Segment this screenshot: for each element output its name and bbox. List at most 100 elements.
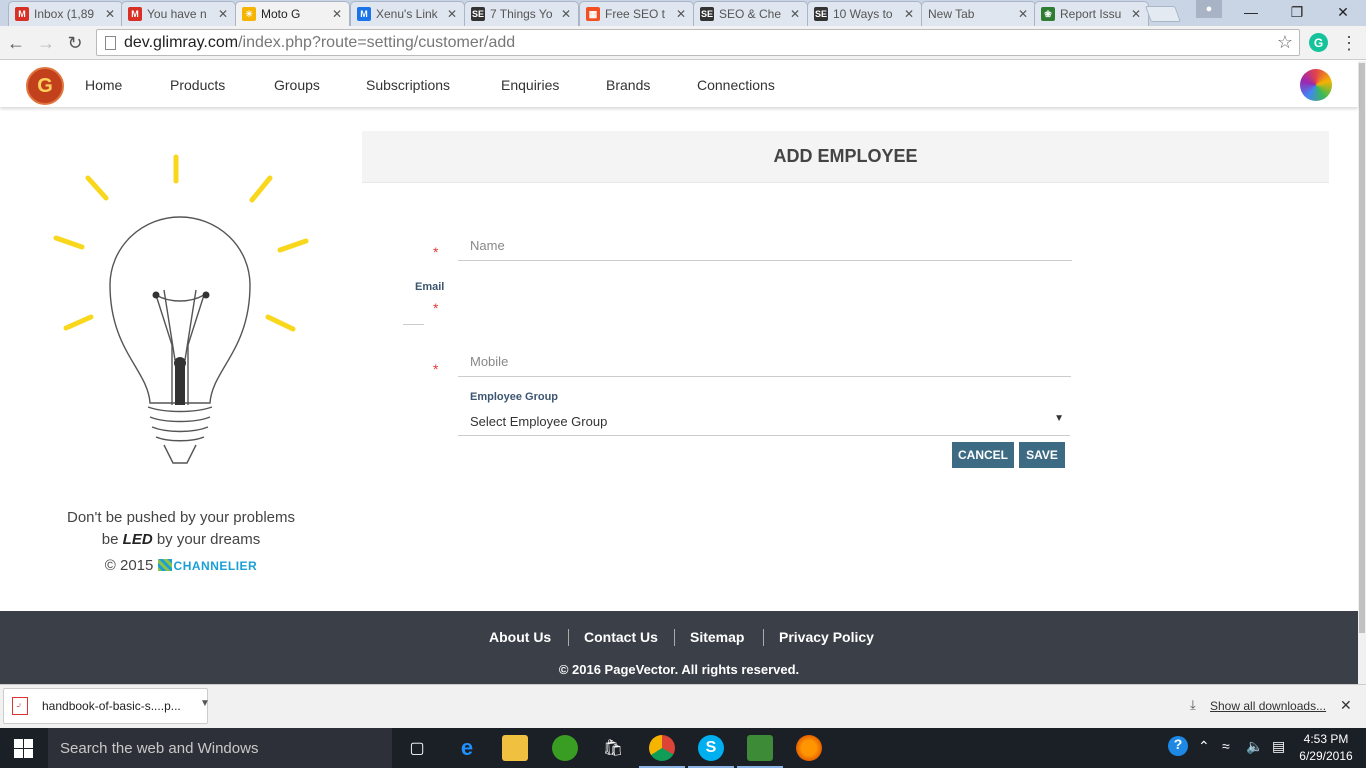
gmail-icon: M — [15, 7, 29, 21]
light-rays — [53, 154, 309, 332]
caret-down-icon: ▼ — [1054, 413, 1064, 424]
browser-tab[interactable]: New Tab ✕ — [921, 1, 1036, 26]
tagline-line-1: Don't be pushed by your problems — [67, 509, 295, 526]
tab-close-icon[interactable]: ✕ — [1130, 7, 1142, 21]
nav-groups[interactable]: Groups — [274, 77, 320, 93]
address-bar[interactable]: dev.glimray.com/index.php?route=setting/… — [96, 29, 1300, 56]
file-explorer-icon[interactable] — [502, 735, 528, 761]
employee-group-select[interactable]: Select Employee Group ▼ — [458, 408, 1070, 436]
required-mark-name: * — [433, 244, 439, 260]
tab-close-icon[interactable]: ✕ — [331, 7, 343, 21]
footer-contact-us[interactable]: Contact Us — [584, 629, 658, 645]
footer-privacy-policy[interactable]: Privacy Policy — [779, 629, 874, 645]
mobile-input[interactable]: Mobile — [458, 347, 1071, 377]
task-view-icon[interactable]: ▢ — [404, 735, 430, 761]
forward-icon[interactable]: → — [34, 31, 58, 55]
browser-menu-icon[interactable]: ⋮ — [1340, 31, 1358, 55]
new-tab-button[interactable] — [1145, 6, 1181, 22]
nav-home[interactable]: Home — [85, 77, 122, 93]
channelier-logo-icon — [157, 559, 172, 571]
firefox-icon[interactable] — [796, 735, 822, 761]
bug-icon: ❀ — [1041, 7, 1055, 21]
page-scrollbar[interactable] — [1358, 61, 1366, 684]
browser-tab[interactable]: SE SEO & Che ✕ — [693, 1, 808, 26]
site-logo[interactable]: G — [26, 67, 64, 105]
edge-icon[interactable]: e — [454, 735, 480, 761]
taskbar-search[interactable]: Search the web and Windows — [48, 728, 392, 768]
channelier-brand[interactable]: CHANNELIER — [174, 559, 258, 573]
name-input[interactable]: Name — [458, 231, 1072, 261]
footer-separator — [763, 629, 764, 646]
chrome-icon[interactable] — [639, 735, 685, 768]
store-icon[interactable]: 🛍 — [600, 735, 626, 761]
close-downloads-icon[interactable]: ✕ — [1340, 697, 1352, 714]
tab-close-icon[interactable]: ✕ — [104, 7, 116, 21]
browser-tab[interactable]: M Inbox (1,89 ✕ — [8, 1, 123, 26]
form-title: ADD EMPLOYEE — [362, 131, 1329, 183]
nav-products[interactable]: Products — [170, 77, 225, 93]
browser-tab[interactable]: M Xenu's Link ✕ — [350, 1, 465, 26]
grammarly-extension-icon[interactable]: G — [1309, 33, 1328, 52]
taskbar-clock[interactable]: 4:53 PM 6/29/2016 — [1296, 731, 1356, 765]
bookmark-star-icon[interactable]: ☆ — [1277, 32, 1293, 53]
notepad-icon[interactable] — [737, 735, 783, 768]
notifications-icon[interactable]: ▤ — [1272, 738, 1285, 755]
nav-brands[interactable]: Brands — [606, 77, 650, 93]
close-window-icon[interactable]: ✕ — [1320, 0, 1366, 24]
browser-tab[interactable]: M You have n ✕ — [121, 1, 236, 26]
tagline: Don't be pushed by your problems be LED … — [40, 507, 322, 551]
browser-tab[interactable]: ❀ Report Issu ✕ — [1034, 1, 1149, 26]
site-footer: About Us Contact Us Sitemap Privacy Poli… — [0, 611, 1358, 684]
browser-tab[interactable]: ☀ Moto G ✕ — [235, 1, 350, 26]
tab-close-icon[interactable]: ✕ — [789, 7, 801, 21]
nav-enquiries[interactable]: Enquiries — [501, 77, 559, 93]
app-green-icon[interactable] — [552, 735, 578, 761]
windows-taskbar: Search the web and Windows ▢ e 🛍 S ? ⌃ ≈… — [0, 728, 1366, 768]
user-avatar[interactable] — [1300, 69, 1332, 101]
footer-sitemap[interactable]: Sitemap — [690, 629, 744, 645]
back-icon[interactable]: ← — [4, 31, 28, 55]
nav-subscriptions[interactable]: Subscriptions — [366, 77, 450, 93]
tab-label: Moto G — [261, 7, 301, 21]
volume-icon[interactable]: 🔈 — [1246, 738, 1263, 755]
cancel-button[interactable]: CANCEL — [952, 442, 1014, 468]
download-menu-icon[interactable]: ▼ — [200, 698, 210, 709]
tagline-line-2: be LED by your dreams — [40, 529, 322, 551]
tab-close-icon[interactable]: ✕ — [446, 7, 458, 21]
required-mark-mobile: * — [433, 361, 439, 377]
reload-icon[interactable]: ↻ — [63, 31, 87, 55]
nav-connections[interactable]: Connections — [697, 77, 775, 93]
tab-close-icon[interactable]: ✕ — [1017, 7, 1029, 21]
minimize-icon[interactable]: — — [1228, 0, 1274, 24]
employee-group-value: Select Employee Group — [470, 414, 608, 429]
clock-date: 6/29/2016 — [1299, 749, 1353, 763]
browser-tab[interactable]: ▦ Free SEO t ✕ — [579, 1, 694, 26]
tab-close-icon[interactable]: ✕ — [217, 7, 229, 21]
wifi-icon[interactable]: ≈ — [1222, 738, 1230, 754]
required-mark-email: * — [433, 300, 439, 316]
restore-icon[interactable]: ❐ — [1274, 0, 1320, 24]
tab-close-icon[interactable]: ✕ — [675, 7, 687, 21]
xenu-icon: M — [357, 7, 371, 21]
tray-chevron-up-icon[interactable]: ⌃ — [1198, 738, 1210, 755]
windows-icon: ▦ — [586, 7, 600, 21]
site-nav: G Home Products Groups Subscriptions Enq… — [0, 61, 1358, 107]
skype-icon[interactable]: S — [688, 735, 734, 768]
left-copyright: © 2015 CHANNELIER — [40, 557, 322, 574]
tab-close-icon[interactable]: ✕ — [560, 7, 572, 21]
tab-close-icon[interactable]: ✕ — [903, 7, 915, 21]
email-input[interactable] — [403, 324, 424, 325]
footer-about-us[interactable]: About Us — [489, 629, 551, 645]
show-all-downloads-link[interactable]: Show all downloads... — [1210, 699, 1326, 713]
help-icon[interactable]: ? — [1168, 736, 1188, 756]
save-button[interactable]: SAVE — [1019, 442, 1065, 468]
browser-tab[interactable]: SE 7 Things Yo ✕ — [464, 1, 579, 26]
download-icon: ⤓ — [1190, 697, 1196, 712]
scrollbar-thumb[interactable] — [1359, 63, 1365, 633]
sej-icon: SE — [700, 7, 714, 21]
windows-start-icon[interactable] — [14, 739, 33, 758]
browser-tab[interactable]: SE 10 Ways to ✕ — [807, 1, 922, 26]
tab-label: Xenu's Link — [376, 7, 438, 21]
profile-icon[interactable]: ● — [1196, 0, 1222, 18]
download-item[interactable]: ⌏ handbook-of-basic-s....p... ▼ — [3, 688, 210, 724]
